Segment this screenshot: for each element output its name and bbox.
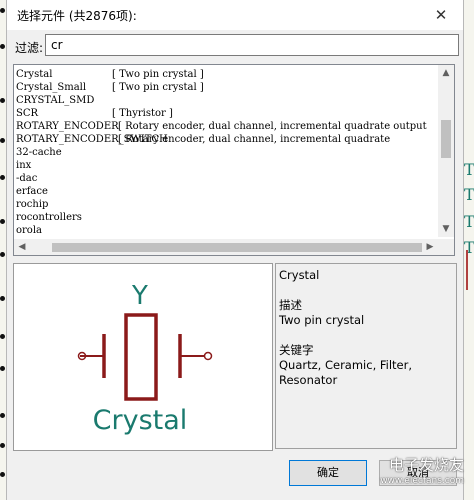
list-item[interactable]: rocontrollers <box>16 211 438 224</box>
info-keywords-heading: 关键字 <box>279 343 314 357</box>
list-item-name: erface <box>16 186 48 197</box>
schematic-text-fragment: T <box>464 212 474 231</box>
watermark-url: www.elecfans.com <box>380 476 464 486</box>
junction-dot <box>0 138 5 143</box>
scroll-right-arrow-icon[interactable]: ▶ <box>422 239 438 255</box>
list-item[interactable]: 32-cache <box>16 146 438 159</box>
scroll-down-arrow-icon[interactable]: ▼ <box>438 221 454 237</box>
info-description-heading: 描述 <box>279 298 302 312</box>
close-button[interactable]: ✕ <box>419 0 463 30</box>
list-item-name: rochip <box>16 199 49 210</box>
list-item-description: [ Rotary encoder, dual channel, incremen… <box>118 121 427 132</box>
list-item-name: CRYSTAL_SMD <box>16 95 95 106</box>
dialog-title: 选择元件 (共2876项): <box>17 9 137 23</box>
junction-dot <box>0 443 5 448</box>
list-item[interactable]: SCR [ Thyristor ] <box>16 107 438 120</box>
crystal-body <box>124 313 158 401</box>
list-item-description: [ Thyristor ] <box>112 108 173 119</box>
component-list-rows: Crystal [ Two pin crystal ] Crystal_Small [… <box>16 68 438 237</box>
list-item[interactable]: ROTARY_ENCODER[ Rotary encoder, dual cha… <box>16 120 438 133</box>
list-item-description: [ Two pin crystal ] <box>112 69 204 80</box>
title-bar: 选择元件 (共2876项): ✕ <box>7 0 463 30</box>
list-item-name: ROTARY_ENCODER <box>16 121 119 132</box>
list-item[interactable]: Crystal_Small [ Two pin crystal ] <box>16 81 438 94</box>
list-item[interactable]: ROTARY_ENCODER_SWITCH[ Rotary encoder, d… <box>16 133 438 146</box>
list-item[interactable]: rochip <box>16 198 438 211</box>
list-item-description: [ Two pin crystal ] <box>112 82 204 93</box>
component-list[interactable]: Crystal [ Two pin crystal ] Crystal_Small [… <box>13 64 455 256</box>
list-item-description: [ Rotary encoder, dual channel, incremen… <box>118 134 391 145</box>
watermark: 电子发烧友 www.elecfans.com <box>340 455 464 495</box>
list-item-name: rocontrollers <box>16 212 82 223</box>
pin-end-right <box>203 351 213 361</box>
list-item-name: orola <box>16 225 42 236</box>
list-item-name: ROTARY_ENCODER_SWITCH <box>16 134 168 145</box>
scroll-left-arrow-icon[interactable]: ◀ <box>14 239 30 255</box>
list-item[interactable]: Crystal [ Two pin crystal ] <box>16 68 438 81</box>
list-item[interactable]: -dac <box>16 172 438 185</box>
schematic-text-fragment: T <box>464 160 474 179</box>
info-description: Two pin crystal <box>279 313 365 327</box>
list-item[interactable]: inx <box>16 159 438 172</box>
filter-input[interactable] <box>45 34 459 56</box>
schematic-text-fragment: T <box>464 185 474 204</box>
list-item-name: inx <box>16 160 32 171</box>
crystal-symbol: Y Crystal <box>77 281 213 436</box>
symbol-reference-text: Y <box>131 281 148 311</box>
horizontal-scroll-thumb[interactable] <box>52 243 422 252</box>
symbol-preview: Y Crystal <box>13 263 273 451</box>
list-item[interactable]: CRYSTAL_SMD <box>16 94 438 107</box>
horizontal-scrollbar[interactable]: ◀ ▶ <box>14 239 454 255</box>
watermark-text: 电子发烧友 <box>388 456 464 474</box>
junction-dot <box>0 413 5 418</box>
info-keywords: Quartz, Ceramic, Filter, Resonator <box>279 358 413 387</box>
schematic-wire <box>466 250 468 290</box>
junction-dot <box>0 175 5 180</box>
junction-dot <box>0 334 5 339</box>
list-item-name: 32-cache <box>16 147 62 158</box>
choose-component-dialog: 选择元件 (共2876项): ✕ 过滤: Crystal [ Two pin cr… <box>6 0 464 500</box>
info-component-name: Crystal <box>279 268 320 282</box>
junction-dot <box>0 219 5 224</box>
vertical-scrollbar[interactable]: ▲ ▼ <box>438 65 454 237</box>
list-item-name: SCR <box>16 108 39 119</box>
junction-dot <box>0 366 5 371</box>
junction-dot <box>0 296 5 301</box>
junction-dot <box>0 98 5 103</box>
scroll-up-arrow-icon[interactable]: ▲ <box>438 65 454 81</box>
junction-dot <box>0 252 5 257</box>
vertical-scroll-thumb[interactable] <box>441 120 451 158</box>
list-item[interactable]: orola <box>16 224 438 237</box>
list-item-name: Crystal_Small <box>16 82 87 93</box>
junction-dot <box>0 472 5 477</box>
junction-dot <box>0 8 5 13</box>
list-item[interactable]: erface <box>16 185 438 198</box>
symbol-value-text: Crystal <box>93 405 188 436</box>
list-item-name: -dac <box>16 173 38 184</box>
filter-label: 过滤: <box>15 41 44 55</box>
list-item-name: Crystal <box>16 69 53 80</box>
component-info-panel: Crystal 描述 Two pin crystal 关键字 Quartz, C… <box>275 263 457 449</box>
junction-dot <box>0 44 5 49</box>
